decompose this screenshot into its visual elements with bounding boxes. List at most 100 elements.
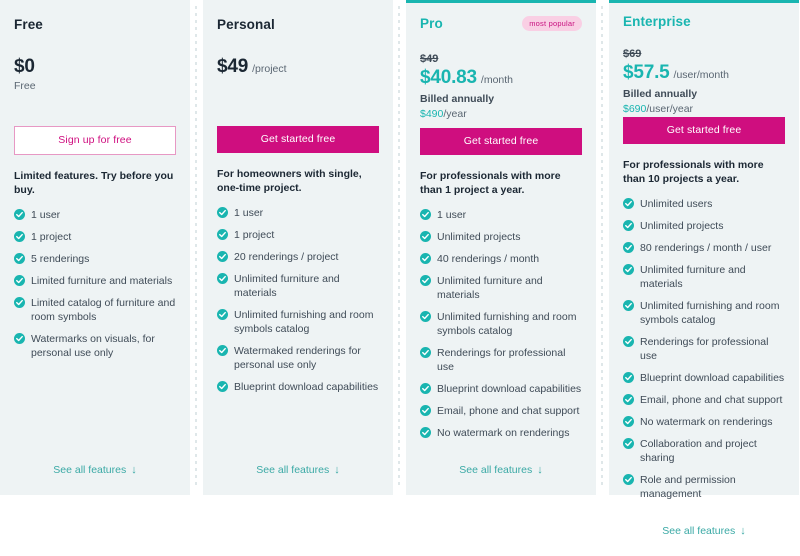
price-block-personal: $49/project bbox=[217, 56, 379, 118]
feature-item: Unlimited furniture and materials bbox=[623, 263, 785, 291]
plan-header-enterprise: Enterprise bbox=[623, 14, 785, 29]
cta-button-personal[interactable]: Get started free bbox=[217, 126, 379, 153]
annual-price-amount-enterprise: $690 bbox=[623, 103, 647, 115]
price-line-personal: $49/project bbox=[217, 56, 379, 80]
feature-item: 1 user bbox=[420, 208, 582, 222]
feature-label: Unlimited furniture and materials bbox=[234, 273, 340, 299]
feature-label: Limited catalog of furniture and room sy… bbox=[31, 297, 176, 323]
cta-button-pro[interactable]: Get started free bbox=[420, 128, 582, 155]
feature-item: 80 renderings / month / user bbox=[623, 241, 785, 255]
price-block-free: $0 Free bbox=[14, 56, 176, 118]
feature-item: No watermark on renderings bbox=[420, 426, 582, 440]
plan-name-pro: Pro bbox=[420, 16, 443, 32]
check-circle-icon bbox=[217, 251, 228, 262]
check-circle-icon bbox=[420, 427, 431, 438]
see-all-features-row-enterprise: See all features ↓ bbox=[623, 515, 785, 556]
feature-label: No watermark on renderings bbox=[437, 427, 570, 439]
column-divider bbox=[190, 0, 203, 495]
feature-label: Unlimited furniture and materials bbox=[437, 275, 543, 301]
plan-name-personal: Personal bbox=[217, 16, 275, 32]
feature-label: 1 user bbox=[234, 207, 264, 219]
arrow-down-icon: ↓ bbox=[740, 525, 746, 537]
feature-label: Blueprint download capabilities bbox=[640, 372, 785, 384]
check-circle-icon bbox=[623, 264, 634, 275]
price-block-pro: $49 $40.83/month Billed annually $490/year bbox=[420, 52, 582, 120]
feature-label: Limited furniture and materials bbox=[31, 275, 173, 287]
check-circle-icon bbox=[420, 231, 431, 242]
plan-name-free: Free bbox=[14, 16, 43, 32]
feature-item: Unlimited furnishing and room symbols ca… bbox=[420, 310, 582, 338]
feature-item: 40 renderings / month bbox=[420, 252, 582, 266]
check-circle-icon bbox=[217, 309, 228, 320]
feature-label: Email, phone and chat support bbox=[640, 394, 783, 406]
feature-item: Unlimited furnishing and room symbols ca… bbox=[217, 308, 379, 336]
dotted-divider-line bbox=[601, 6, 603, 489]
price-line-pro: $40.83/month bbox=[420, 67, 582, 91]
feature-label: 1 user bbox=[437, 209, 467, 221]
plan-card-enterprise: Enterprise $69 $57.5/user/month Billed annu… bbox=[609, 0, 799, 537]
plan-tagline-enterprise: For professionals with more than 10 proj… bbox=[623, 159, 764, 185]
feature-item: 1 user bbox=[14, 208, 176, 222]
feature-label: Watermarks on visuals, for personal use … bbox=[31, 333, 155, 359]
see-all-features-label: See all features bbox=[662, 525, 736, 537]
feature-item: 20 renderings / project bbox=[217, 250, 379, 264]
see-all-features-link-enterprise[interactable]: See all features ↓ bbox=[662, 525, 745, 537]
see-all-features-label: See all features bbox=[53, 464, 127, 476]
feature-list-enterprise: Unlimited users Unlimited projects 80 rend… bbox=[623, 197, 785, 509]
annual-price-pro: $490/year bbox=[420, 107, 582, 122]
annual-price-unit-enterprise: /user/year bbox=[646, 103, 694, 115]
see-all-features-link-free[interactable]: See all features ↓ bbox=[53, 464, 136, 476]
plan-tagline-pro: For professionals with more than 1 proje… bbox=[420, 170, 561, 196]
check-circle-icon bbox=[420, 253, 431, 264]
feature-item: Unlimited projects bbox=[623, 219, 785, 233]
billing-note-enterprise: Billed annually bbox=[623, 88, 698, 100]
feature-item: No watermark on renderings bbox=[623, 415, 785, 429]
check-circle-icon bbox=[14, 209, 25, 220]
feature-item: Blueprint download capabilities bbox=[217, 380, 379, 394]
plan-name-enterprise: Enterprise bbox=[623, 14, 691, 29]
see-all-features-label: See all features bbox=[256, 464, 330, 476]
cta-button-free[interactable]: Sign up for free bbox=[14, 126, 176, 155]
feature-list-pro: 1 user Unlimited projects 40 renderings / … bbox=[420, 208, 582, 448]
feature-label: Unlimited furnishing and room symbols ca… bbox=[640, 300, 780, 326]
check-circle-icon bbox=[623, 394, 634, 405]
check-circle-icon bbox=[14, 231, 25, 242]
see-all-features-link-pro[interactable]: See all features ↓ bbox=[459, 464, 542, 476]
feature-label: Collaboration and project sharing bbox=[640, 438, 757, 464]
feature-label: 1 project bbox=[31, 231, 72, 243]
see-all-features-label: See all features bbox=[459, 464, 533, 476]
column-divider bbox=[596, 0, 609, 495]
dotted-divider-line bbox=[195, 6, 197, 489]
check-circle-icon bbox=[217, 381, 228, 392]
check-circle-icon bbox=[14, 275, 25, 286]
feature-item: Unlimited furniture and materials bbox=[420, 274, 582, 302]
flex-spacer bbox=[14, 368, 176, 454]
feature-label: Unlimited furniture and materials bbox=[640, 264, 746, 290]
feature-item: Watermaked renderings for personal use o… bbox=[217, 344, 379, 372]
feature-label: No watermark on renderings bbox=[640, 416, 773, 428]
cta-button-enterprise[interactable]: Get started free bbox=[623, 117, 785, 144]
check-circle-icon bbox=[14, 333, 25, 344]
check-circle-icon bbox=[420, 383, 431, 394]
price-line-enterprise: $57.5/user/month bbox=[623, 62, 785, 86]
see-all-features-link-personal[interactable]: See all features ↓ bbox=[256, 464, 339, 476]
feature-item: 1 project bbox=[14, 230, 176, 244]
price-amount-personal: $49 bbox=[217, 56, 249, 77]
price-amount-free: $0 bbox=[14, 56, 35, 77]
annual-price-enterprise: $690/user/year bbox=[623, 102, 785, 117]
price-unit-personal: /project bbox=[252, 63, 287, 75]
feature-item: Email, phone and chat support bbox=[623, 393, 785, 407]
check-circle-icon bbox=[217, 207, 228, 218]
check-circle-icon bbox=[14, 253, 25, 264]
check-circle-icon bbox=[623, 198, 634, 209]
feature-label: 1 project bbox=[234, 229, 275, 241]
check-circle-icon bbox=[623, 336, 634, 347]
feature-item: Unlimited projects bbox=[420, 230, 582, 244]
feature-item: Watermarks on visuals, for personal use … bbox=[14, 332, 176, 360]
check-circle-icon bbox=[217, 229, 228, 240]
feature-item: Role and permission management bbox=[623, 473, 785, 501]
price-amount-enterprise: $57.5 bbox=[623, 62, 670, 83]
feature-label: Renderings for professional use bbox=[437, 347, 566, 373]
feature-label: Unlimited furnishing and room symbols ca… bbox=[437, 311, 577, 337]
price-unit-pro: /month bbox=[480, 73, 514, 86]
